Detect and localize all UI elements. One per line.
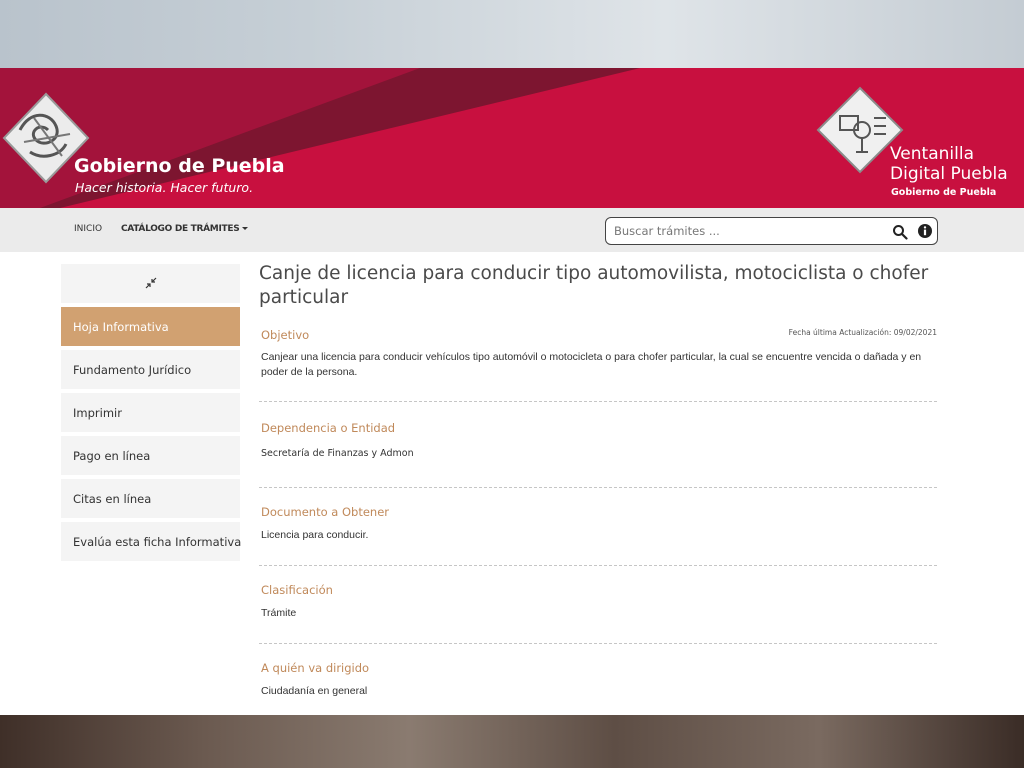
section-text: Licencia para conducir.: [261, 529, 369, 541]
main-content: Canje de licencia para conducir tipo aut…: [259, 262, 939, 699]
section-divider: [259, 401, 937, 402]
background-photo-bottom: [0, 715, 1024, 768]
section-divider: [259, 487, 937, 488]
section-objetivo: Objetivo Fecha última Actualización: 09/…: [259, 328, 939, 380]
section-label: Dependencia o Entidad: [261, 421, 396, 435]
portal-title-line2: Digital Puebla: [890, 164, 1008, 184]
last-updated-date: Fecha última Actualización: 09/02/2021: [788, 328, 937, 337]
section-divider: [259, 565, 937, 566]
section-text: Secretaría de Finanzas y Admon: [261, 448, 414, 459]
sidebar-item-fundamento-juridico[interactable]: Fundamento Jurídico: [61, 350, 240, 389]
caret-down-icon: [242, 227, 249, 230]
page-title: Canje de licencia para conducir tipo aut…: [259, 263, 929, 308]
section-dependencia: Dependencia o Entidad Secretaría de Fina…: [259, 421, 939, 461]
search-input[interactable]: [614, 222, 874, 240]
site-header: Gobierno de Puebla Hacer historia. Hacer…: [0, 68, 1024, 208]
collapse-arrows-icon: [145, 277, 157, 289]
info-icon[interactable]: [917, 223, 933, 239]
section-text: Canjear una licencia para conducir vehíc…: [261, 351, 922, 378]
nav-catalogo-label: CATÁLOGO DE TRÁMITES: [121, 224, 240, 234]
section-divider: [259, 643, 937, 644]
sidebar: Hoja Informativa Fundamento Jurídico Imp…: [61, 264, 241, 561]
search-icon[interactable]: [892, 224, 908, 240]
sidebar-item-citas-en-linea[interactable]: Citas en línea: [61, 479, 240, 518]
nav-inicio-link[interactable]: INICIO: [74, 224, 102, 234]
background-photo-top: [0, 0, 1024, 68]
section-clasificacion: Clasificación Trámite: [259, 583, 939, 621]
sidebar-item-evalua-ficha[interactable]: Evalúa esta ficha Informativa: [61, 522, 241, 561]
main-navbar: INICIO CATÁLOGO DE TRÁMITES: [0, 208, 1024, 252]
portal-subtitle: Gobierno de Puebla: [891, 187, 997, 198]
gov-title: Gobierno de Puebla: [74, 155, 285, 177]
search-box: [605, 217, 938, 245]
section-label: Documento a Obtener: [261, 505, 389, 519]
sidebar-item-imprimir[interactable]: Imprimir: [61, 393, 240, 432]
section-label: Clasificación: [261, 583, 333, 597]
section-text: Trámite: [261, 607, 297, 619]
section-documento: Documento a Obtener Licencia para conduc…: [259, 505, 939, 543]
section-dirigido: A quién va dirigido Ciudadanía en genera…: [259, 661, 939, 699]
sidebar-item-hoja-informativa[interactable]: Hoja Informativa: [61, 307, 240, 346]
section-text: Ciudadanía en general: [261, 685, 368, 697]
section-label: A quién va dirigido: [261, 661, 370, 675]
portal-title-line1: Ventanilla: [890, 144, 974, 164]
sidebar-collapse-button[interactable]: [61, 264, 240, 303]
gov-slogan: Hacer historia. Hacer futuro.: [75, 180, 254, 195]
sidebar-item-pago-en-linea[interactable]: Pago en línea: [61, 436, 240, 475]
nav-catalogo-dropdown[interactable]: CATÁLOGO DE TRÁMITES: [121, 224, 249, 234]
